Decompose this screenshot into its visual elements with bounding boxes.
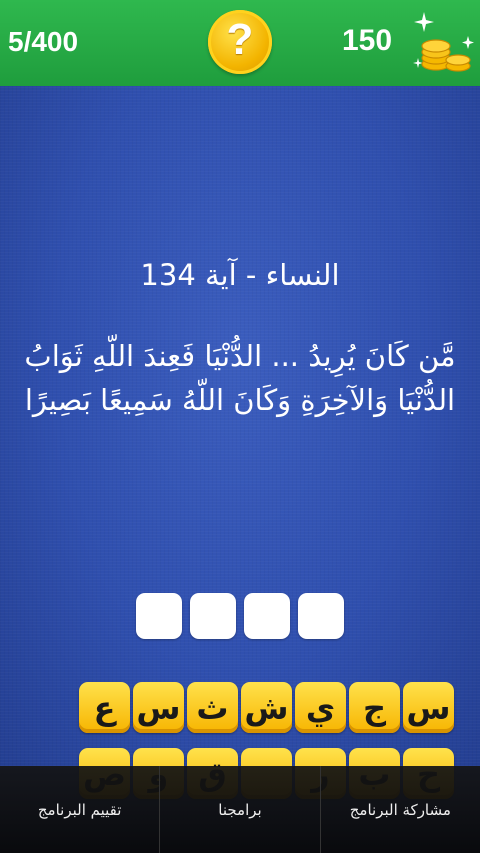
bottom-nav: تقييم البرنامج برامجنا مشاركة البرنامج (0, 766, 480, 853)
top-bar: 5/400 ? 150 (0, 0, 480, 86)
surah-reference: النساء - آية 134 (140, 258, 340, 292)
verse-text: مَّن كَانَ يُرِيدُ ... الدُّنْيَا فَعِند… (24, 339, 456, 417)
answer-slot[interactable] (244, 593, 290, 639)
answer-slot[interactable] (190, 593, 236, 639)
letter-tile[interactable]: ي (295, 682, 346, 733)
answer-slot[interactable] (136, 593, 182, 639)
our-apps-button[interactable]: برامجنا (159, 766, 319, 853)
answer-slots (136, 593, 344, 639)
rate-app-button[interactable]: تقييم البرنامج (0, 766, 159, 853)
coins-count: 150 (342, 24, 393, 57)
game-board (0, 86, 480, 766)
letter-tile[interactable]: س (133, 682, 184, 733)
letter-tile[interactable]: ع (79, 682, 130, 733)
hint-button[interactable]: ? (208, 10, 272, 74)
letter-row-1: س ج ي ش ث س ع (28, 682, 454, 733)
question-coin-icon: ? (226, 15, 254, 64)
letter-tile[interactable]: ش (241, 682, 292, 733)
level-counter: 5/400 (8, 26, 79, 57)
share-app-button[interactable]: مشاركة البرنامج (319, 766, 480, 853)
letter-tile[interactable]: ج (349, 682, 400, 733)
letter-tile[interactable]: ث (187, 682, 238, 733)
coins-stack-icon (413, 12, 474, 72)
answer-slot[interactable] (298, 593, 344, 639)
letter-tile[interactable]: س (403, 682, 454, 733)
